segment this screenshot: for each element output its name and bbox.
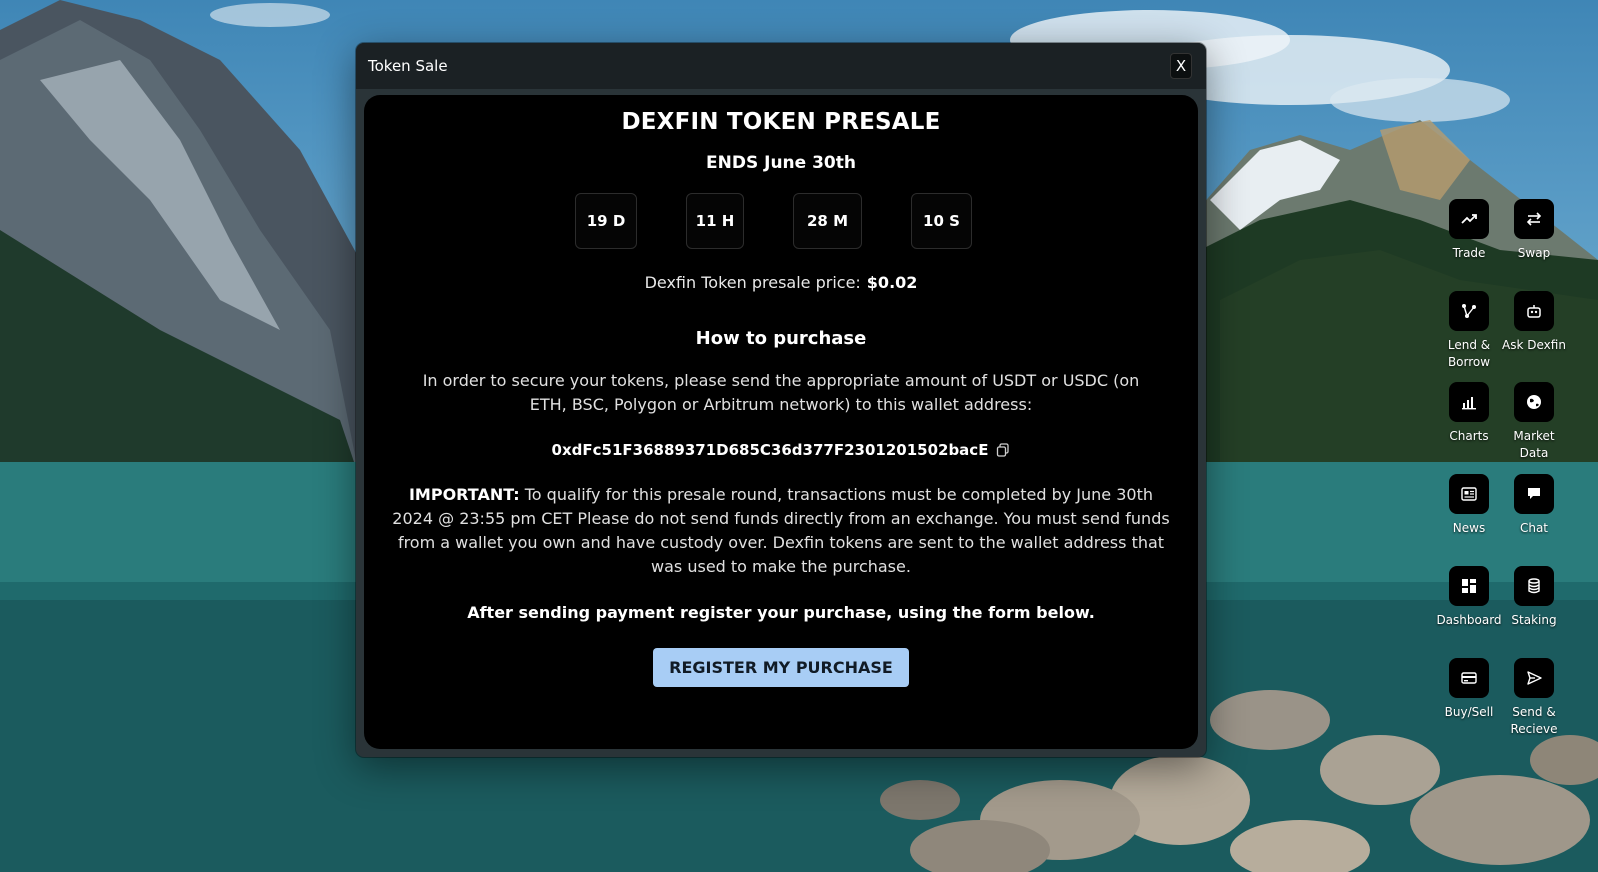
desktop-icon-dashboard[interactable]: Dashboard — [1434, 566, 1504, 629]
countdown-seconds: 10 S — [911, 193, 972, 249]
desktop-icon-news[interactable]: News — [1434, 474, 1504, 537]
price-value: $0.02 — [866, 273, 918, 292]
wallet-address-row: 0xdFc51F36889371D685C36d377F2301201502ba… — [364, 441, 1198, 459]
after-payment-note: After sending payment register your purc… — [467, 603, 1095, 622]
desktop-icon-label: News — [1452, 521, 1486, 535]
desktop-icon-trade[interactable]: Trade — [1434, 199, 1504, 262]
desktop-icon-label: Lend & Borrow — [1447, 338, 1491, 369]
desktop-icon-staking[interactable]: Staking — [1499, 566, 1569, 629]
desktop-icon-charts[interactable]: Charts — [1434, 382, 1504, 445]
token-sale-window: Token Sale X DEXFIN TOKEN PRESALE ENDS J… — [356, 43, 1206, 757]
copy-icon[interactable] — [996, 443, 1010, 457]
globe-icon — [1514, 382, 1554, 422]
presale-price: Dexfin Token presale price: $0.02 — [364, 273, 1198, 292]
dashboard-grid-icon — [1449, 566, 1489, 606]
window-title: Token Sale — [368, 57, 448, 75]
important-notice: IMPORTANT: To qualify for this presale r… — [391, 483, 1171, 579]
desktop-icon-chat[interactable]: Chat — [1499, 474, 1569, 537]
how-to-purchase-heading: How to purchase — [695, 328, 867, 349]
desktop-icon-ask-dexfin[interactable]: Ask Dexfin — [1499, 291, 1569, 354]
countdown-hours: 11 H — [686, 193, 744, 249]
desktop-icon-label: Ask Dexfin — [1502, 338, 1566, 352]
database-stack-icon — [1514, 566, 1554, 606]
important-label: IMPORTANT: — [408, 485, 520, 504]
newspaper-icon — [1449, 474, 1489, 514]
desktop-icon-label: Swap — [1517, 246, 1551, 260]
send-plane-icon — [1514, 658, 1554, 698]
desktop-icon-swap[interactable]: Swap — [1499, 199, 1569, 262]
desktop-icon-label: Market Data — [1513, 429, 1555, 460]
robot-icon — [1514, 291, 1554, 331]
purchase-instructions: In order to secure your tokens, please s… — [422, 371, 1140, 414]
presale-panel: DEXFIN TOKEN PRESALE ENDS June 30th 19 D… — [364, 95, 1198, 749]
desktop-icon-buy-sell[interactable]: Buy/Sell — [1434, 658, 1504, 721]
desktop-icon-market-data[interactable]: Market Data — [1499, 382, 1569, 462]
desktop-icon-label: Send & Recieve — [1510, 705, 1558, 736]
desktop-icon-label: Dashboard — [1436, 613, 1502, 627]
nodes-icon — [1449, 291, 1489, 331]
trend-up-icon — [1449, 199, 1489, 239]
wallet-address[interactable]: 0xdFc51F36889371D685C36d377F2301201502ba… — [552, 441, 989, 459]
countdown-minutes: 28 M — [793, 193, 862, 249]
desktop-icon-send-recieve[interactable]: Send & Recieve — [1499, 658, 1569, 738]
desktop-icon-lend-borrow[interactable]: Lend & Borrow — [1434, 291, 1504, 371]
desktop-icon-label: Chat — [1519, 521, 1549, 535]
window-titlebar[interactable]: Token Sale X — [356, 43, 1206, 89]
chat-bubble-icon — [1514, 474, 1554, 514]
credit-card-icon — [1449, 658, 1489, 698]
countdown-timer: 19 D 11 H 28 M 10 S — [364, 193, 1198, 249]
desktop-icon-label: Trade — [1452, 246, 1486, 260]
price-label: Dexfin Token presale price: — [644, 273, 861, 292]
register-purchase-button[interactable]: REGISTER MY PURCHASE — [653, 648, 909, 687]
presale-heading: DEXFIN TOKEN PRESALE — [621, 109, 941, 135]
desktop-icon-label: Buy/Sell — [1444, 705, 1494, 719]
swap-arrows-icon — [1514, 199, 1554, 239]
countdown-days: 19 D — [575, 193, 637, 249]
presale-end-date: ENDS June 30th — [706, 153, 856, 173]
desktop-icon-label: Charts — [1449, 429, 1489, 443]
bar-chart-icon — [1449, 382, 1489, 422]
close-button[interactable]: X — [1170, 53, 1192, 79]
desktop-icon-label: Staking — [1511, 613, 1557, 627]
